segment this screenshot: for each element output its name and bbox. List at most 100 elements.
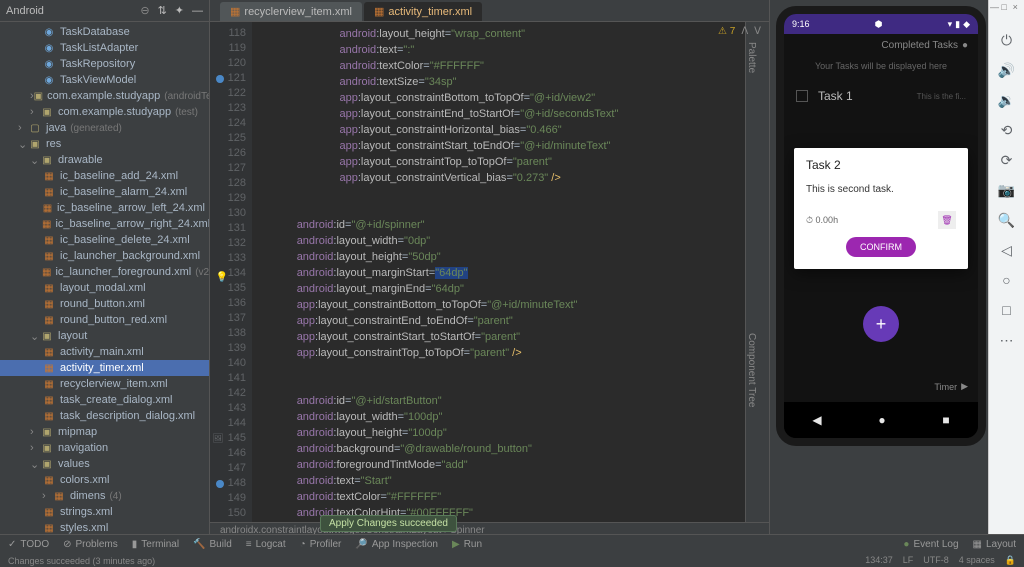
file-xml[interactable]: ▦task_create_dialog.xml — [0, 392, 209, 408]
fab-add-button[interactable]: + — [863, 306, 899, 342]
file-xml[interactable]: ▦ic_baseline_alarm_24.xml — [0, 184, 209, 200]
file-kt[interactable]: ◉TaskViewModel — [0, 72, 209, 88]
volume-up-icon[interactable]: 🔊 — [997, 60, 1017, 80]
palette-label[interactable]: Palette — [746, 42, 757, 73]
more-icon[interactable]: ⋯ — [997, 330, 1017, 350]
project-view-selector[interactable]: Android — [6, 5, 44, 17]
file-xml[interactable]: ▦strings.xml — [0, 504, 209, 520]
lock-icon[interactable]: 🔒 — [1005, 555, 1016, 566]
res-folder[interactable]: ⌄▣res — [0, 136, 209, 152]
file-xml[interactable]: ▦ic_baseline_arrow_right_24.xml — [0, 216, 209, 232]
logcat-tool[interactable]: ≡Logcat — [246, 539, 286, 550]
file-kt[interactable]: ◉TaskListAdapter — [0, 40, 209, 56]
dialog-body: This is second task. — [806, 184, 956, 195]
close-icon[interactable]: × — [1013, 2, 1022, 12]
file-xml[interactable]: ▦ic_launcher_background.xml — [0, 248, 209, 264]
app-inspection-tool[interactable]: 🔎App Inspection — [355, 539, 438, 550]
phone-statusbar: 9:16 ⬢ ▾▮◆ — [784, 14, 978, 34]
file-dimens[interactable]: ›▦dimens(4) — [0, 488, 209, 504]
line-separator[interactable]: LF — [903, 555, 914, 566]
apply-changes-toast: Apply Changes succeeded — [320, 515, 457, 532]
confirm-button[interactable]: CONFIRM — [846, 237, 916, 257]
build-tool[interactable]: 🔨Build — [193, 539, 232, 550]
status-bar: Changes succeeded (3 minutes ago) 134:37… — [0, 554, 1024, 567]
dialog-time: 0.00h — [816, 215, 839, 225]
phone-status-icons: ▾▮◆ — [948, 19, 970, 30]
sidebar-toolbar: Android ⊖ ⇅ ✦ — — [0, 0, 209, 22]
file-xml[interactable]: ▦round_button.xml — [0, 296, 209, 312]
navigation-folder[interactable]: ›▣navigation — [0, 440, 209, 456]
problems-tool[interactable]: ⊘Problems — [63, 539, 118, 550]
file-xml[interactable]: ▦colors.xml — [0, 472, 209, 488]
gutter: 1181191201211221231241251261271281291301… — [210, 22, 252, 522]
profiler-tool[interactable]: ◔Profiler — [300, 539, 342, 550]
event-log-tool[interactable]: ●Event Log — [903, 539, 958, 550]
file-encoding[interactable]: UTF-8 — [923, 555, 949, 566]
emulator-device[interactable]: 9:16 ⬢ ▾▮◆ Completed Tasks● Your Tasks w… — [776, 6, 986, 446]
expand-icon[interactable]: ⇅ — [158, 4, 167, 17]
file-kt[interactable]: ◉TaskDatabase — [0, 24, 209, 40]
file-xml[interactable]: ▦activity_main.xml — [0, 344, 209, 360]
task-row[interactable]: Task 1 This is the fi... — [784, 81, 978, 111]
package-folder[interactable]: ›▣com.example.studyapp(test) — [0, 104, 209, 120]
terminal-tool[interactable]: ▮Terminal — [132, 539, 179, 550]
indent-setting[interactable]: 4 spaces — [959, 555, 995, 566]
file-xml[interactable]: ▦recyclerview_item.xml — [0, 376, 209, 392]
home-icon[interactable]: ○ — [997, 270, 1017, 290]
file-xml[interactable]: ▦ic_baseline_arrow_left_24.xml — [0, 200, 209, 216]
file-tree[interactable]: ◉TaskDatabase ◉TaskListAdapter ◉TaskRepo… — [0, 22, 209, 540]
layout-inspector-tool[interactable]: ▦Layout — [973, 539, 1016, 550]
palette-rail[interactable]: Palette Component Tree — [745, 22, 769, 522]
hide-icon[interactable]: — — [192, 5, 203, 17]
tab-recyclerview[interactable]: ▦recyclerview_item.xml — [220, 2, 362, 21]
back-icon[interactable]: ◁ — [997, 240, 1017, 260]
nav-home-icon[interactable]: ● — [878, 413, 885, 427]
delete-icon[interactable]: 🗑 — [938, 211, 956, 229]
bug-icon: ⬢ — [875, 19, 883, 30]
next-highlight-icon[interactable]: ᐯ — [754, 26, 761, 37]
run-tool[interactable]: ▶Run — [452, 539, 482, 550]
component-tree-label[interactable]: Component Tree — [746, 333, 757, 408]
power-icon[interactable]: ⏻ — [997, 30, 1017, 50]
file-xml-selected[interactable]: ▦activity_timer.xml — [0, 360, 209, 376]
editor-inspections[interactable]: ⚠ 7 ᐱ ᐯ — [718, 26, 761, 37]
values-folder[interactable]: ⌄▣values — [0, 456, 209, 472]
rotate-left-icon[interactable]: ⟲ — [997, 120, 1017, 140]
file-xml[interactable]: ▦task_description_dialog.xml — [0, 408, 209, 424]
emulator-panel: 9:16 ⬢ ▾▮◆ Completed Tasks● Your Tasks w… — [769, 0, 1024, 540]
nav-back-icon[interactable]: ◀ — [812, 413, 821, 427]
drawable-folder[interactable]: ⌄▣drawable — [0, 152, 209, 168]
warning-count[interactable]: ⚠ 7 — [718, 26, 735, 37]
todo-tool[interactable]: ✓TODO — [8, 539, 49, 550]
volume-down-icon[interactable]: 🔉 — [997, 90, 1017, 110]
collapse-icon[interactable]: ⊖ — [140, 4, 149, 17]
file-kt[interactable]: ◉TaskRepository — [0, 56, 209, 72]
settings-icon[interactable]: ✦ — [175, 4, 184, 17]
task-title: Task 1 — [818, 89, 917, 103]
code-editor[interactable]: android:layout_height="wrap_content" and… — [252, 22, 745, 522]
overview-icon[interactable]: □ — [997, 300, 1017, 320]
maximize-icon[interactable]: □ — [1001, 2, 1010, 12]
minimize-icon[interactable]: — — [990, 2, 999, 12]
layout-folder[interactable]: ⌄▣layout — [0, 328, 209, 344]
camera-icon[interactable]: 📷 — [997, 180, 1017, 200]
mipmap-folder[interactable]: ›▣mipmap — [0, 424, 209, 440]
zoom-icon[interactable]: 🔍 — [997, 210, 1017, 230]
file-xml[interactable]: ▦ic_launcher_foreground.xml(v24) — [0, 264, 209, 280]
nav-recents-icon[interactable]: ■ — [942, 413, 949, 427]
timer-label[interactable]: Timer — [934, 382, 957, 392]
file-xml[interactable]: ▦ic_baseline_add_24.xml — [0, 168, 209, 184]
cursor-position[interactable]: 134:37 — [865, 555, 893, 566]
completed-tasks-label[interactable]: Completed Tasks — [881, 40, 958, 51]
tab-activity-timer[interactable]: ▦activity_timer.xml — [364, 2, 482, 21]
status-message: Changes succeeded (3 minutes ago) — [8, 556, 155, 566]
java-gen-folder[interactable]: ›▢java(generated) — [0, 120, 209, 136]
file-xml[interactable]: ▦ic_baseline_delete_24.xml — [0, 232, 209, 248]
rotate-right-icon[interactable]: ⟳ — [997, 150, 1017, 170]
prev-highlight-icon[interactable]: ᐱ — [741, 26, 748, 37]
checkbox-icon[interactable] — [796, 90, 808, 102]
file-xml[interactable]: ▦round_button_red.xml — [0, 312, 209, 328]
package-folder[interactable]: ›▣com.example.studyapp(androidTest) — [0, 88, 209, 104]
play-icon[interactable]: ▶ — [961, 381, 968, 392]
file-xml[interactable]: ▦layout_modal.xml — [0, 280, 209, 296]
